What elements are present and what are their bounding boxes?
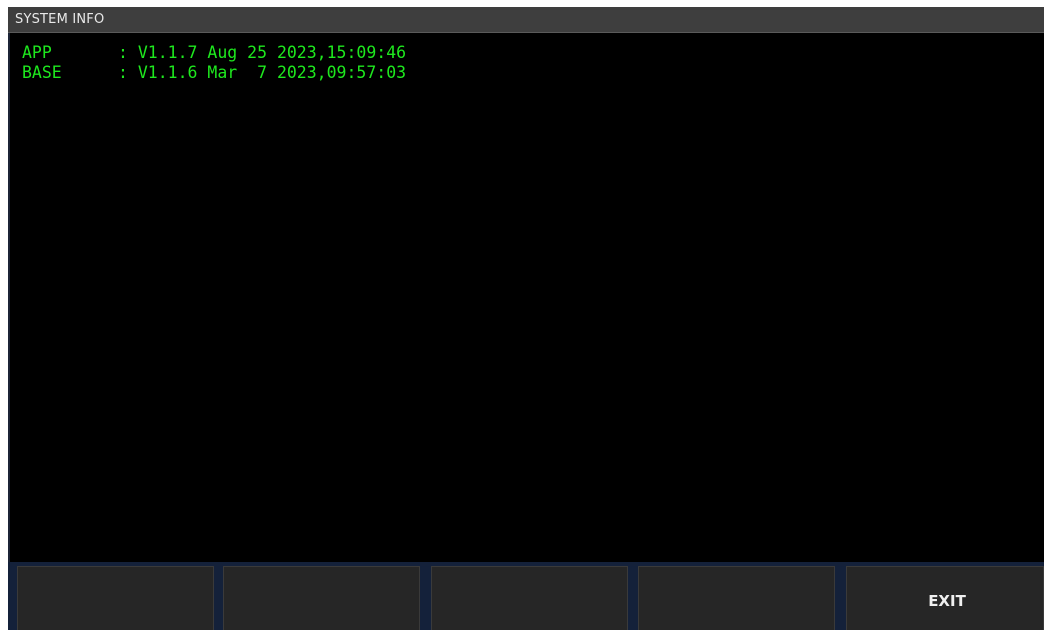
system-info-screen: SYSTEM INFO APP : V1.1.7 Aug 25 2023,15:0… [8,7,1044,630]
softkey-2[interactable] [223,566,420,630]
exit-button-label: EXIT [928,591,966,610]
title-bar: SYSTEM INFO [8,7,1044,33]
page-title: SYSTEM INFO [15,12,105,27]
info-label-app: APP [22,43,52,62]
info-value-app: : V1.1.7 Aug 25 2023,15:09:46 [118,43,407,62]
softkey-3[interactable] [431,566,628,630]
info-label-base: BASE [22,63,62,82]
info-row-base: BASE : V1.1.6 Mar 7 2023,09:57:03 [22,63,406,82]
info-panel: APP : V1.1.7 Aug 25 2023,15:09:46 BASE : V… [8,33,1044,563]
softkey-4[interactable] [638,566,835,630]
info-value-base: : V1.1.6 Mar 7 2023,09:57:03 [118,63,407,82]
info-row-app: APP : V1.1.7 Aug 25 2023,15:09:46 [22,43,406,62]
exit-button[interactable]: EXIT [846,566,1044,630]
softkey-1[interactable] [17,566,214,630]
softkey-bar: EXIT [8,562,1044,630]
